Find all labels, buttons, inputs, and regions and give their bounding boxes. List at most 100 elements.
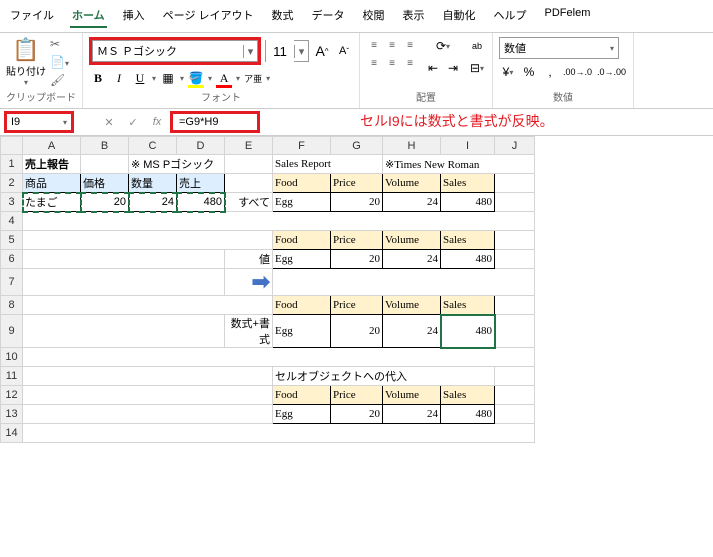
chevron-down-icon[interactable]: ▾ [610,44,614,53]
comma-button[interactable]: , [541,63,559,81]
currency-button[interactable]: ¥▾ [499,63,517,81]
row-header[interactable]: 14 [1,424,23,443]
cell[interactable]: Food [273,174,331,193]
tab-file[interactable]: ファイル [8,4,56,28]
fill-color-button[interactable]: 🪣 [187,69,205,87]
cell[interactable]: 480 [441,405,495,424]
tab-view[interactable]: 表示 [401,4,427,28]
grid[interactable]: A B C D E F G H I J 1 売上報告 ※ MS Pゴシック Sa… [0,136,535,443]
cell[interactable]: 20 [331,315,383,348]
align-left-button[interactable]: ≡ [366,55,382,71]
font-size-input[interactable] [266,40,294,62]
cell[interactable]: 価格 [81,174,129,193]
chevron-down-icon[interactable]: ▾ [243,45,257,58]
cell[interactable]: 480 [441,250,495,269]
cell[interactable]: Food [273,386,331,405]
cell[interactable]: ※ MS Pゴシック [129,155,225,174]
align-center-button[interactable]: ≡ [384,55,400,71]
cell[interactable]: 20 [331,193,383,212]
cell[interactable] [495,405,535,424]
align-top-button[interactable]: ≡ [366,37,382,53]
border-button[interactable]: ▦ [159,69,177,87]
cell[interactable] [495,193,535,212]
tab-review[interactable]: 校閲 [361,4,387,28]
align-bottom-button[interactable]: ≡ [402,37,418,53]
cell[interactable] [23,296,273,315]
row-header[interactable]: 12 [1,386,23,405]
paste-button[interactable]: 📋 貼り付け ▾ [6,37,46,87]
cell[interactable]: 480 [441,193,495,212]
row-header[interactable]: 9 [1,315,23,348]
font-name-selector[interactable]: ▾ [92,40,258,62]
cell[interactable] [23,269,225,296]
cell[interactable]: たまご [23,193,81,212]
italic-button[interactable]: I [110,69,128,87]
col-header[interactable]: D [177,137,225,155]
cell[interactable] [225,174,273,193]
cell[interactable]: Egg [273,193,331,212]
cut-button[interactable]: ✂ [50,37,69,51]
cell[interactable]: 売上 [177,174,225,193]
cell[interactable] [23,231,273,250]
tab-home[interactable]: ホーム [70,4,107,28]
cell[interactable]: 20 [331,405,383,424]
tab-formulas[interactable]: 数式 [270,4,296,28]
cell[interactable]: 24 [129,193,177,212]
cancel-button[interactable]: ✕ [98,111,120,133]
cell[interactable] [273,269,535,296]
cell-i9[interactable]: 480 [441,315,495,348]
tab-pdf[interactable]: PDFelem [543,4,593,28]
number-format-selector[interactable]: 数値 ▾ [499,37,619,59]
col-header[interactable]: F [273,137,331,155]
row-header[interactable]: 11 [1,367,23,386]
cell[interactable] [81,155,129,174]
cell[interactable] [495,296,535,315]
cell[interactable]: 値 [225,250,273,269]
chevron-down-icon[interactable]: ▾ [294,45,308,58]
cell[interactable]: 20 [81,193,129,212]
cell[interactable]: ※Times New Roman [383,155,535,174]
merge-button[interactable]: ⊟▾ [468,59,486,77]
cell[interactable]: Food [273,296,331,315]
format-painter-button[interactable]: 🖌 [50,73,69,87]
cell[interactable]: Volume [383,386,441,405]
cell[interactable]: Price [331,386,383,405]
cell[interactable]: セルオブジェクトへの代入 [273,367,495,386]
row-header[interactable]: 10 [1,348,23,367]
tab-help[interactable]: ヘルプ [492,4,529,28]
col-header[interactable]: H [383,137,441,155]
percent-button[interactable]: % [520,63,538,81]
col-header[interactable]: E [225,137,273,155]
tab-pagelayout[interactable]: ページ レイアウト [161,4,256,28]
cell[interactable] [23,424,535,443]
cell[interactable]: Food [273,231,331,250]
row-header[interactable]: 5 [1,231,23,250]
col-header[interactable]: B [81,137,129,155]
select-all-corner[interactable] [1,137,23,155]
cell[interactable] [495,250,535,269]
cell[interactable]: Egg [273,250,331,269]
cell[interactable]: 24 [383,193,441,212]
cell[interactable]: Sales [441,231,495,250]
col-header[interactable]: J [495,137,535,155]
chevron-down-icon[interactable]: ▾ [24,78,28,87]
cell[interactable]: Sales Report [273,155,383,174]
cell[interactable] [23,315,225,348]
underline-button[interactable]: U [131,69,149,87]
decrease-decimal-button[interactable]: .0→.00 [596,63,627,81]
row-header[interactable]: 8 [1,296,23,315]
cell[interactable] [495,367,535,386]
formula-input[interactable]: =G9*H9 [170,111,260,133]
tab-auto[interactable]: 自動化 [441,4,478,28]
cell[interactable]: Price [331,296,383,315]
cell[interactable]: 24 [383,250,441,269]
decrease-font-button[interactable]: Aˇ [335,42,353,60]
enter-button[interactable]: ✓ [122,111,144,133]
cell[interactable]: 数式+書式 [225,315,273,348]
cell[interactable]: Sales [441,386,495,405]
tab-insert[interactable]: 挿入 [121,4,147,28]
wrap-text-button[interactable]: ab [468,37,486,55]
ruby-button[interactable]: ア亜 [243,69,263,87]
cell[interactable]: Volume [383,174,441,193]
cell[interactable]: Egg [273,315,331,348]
